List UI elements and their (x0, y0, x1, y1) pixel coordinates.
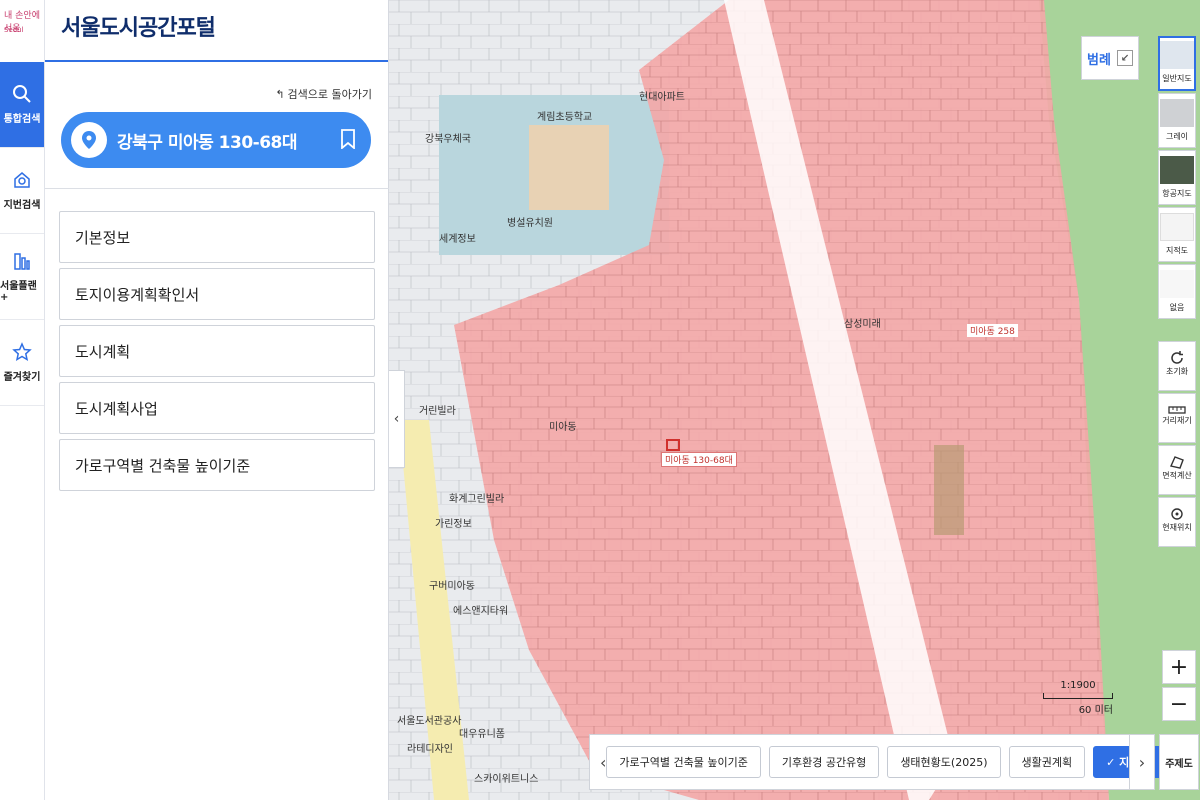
current-location-button[interactable]: 현재위치 (1158, 497, 1196, 547)
menu-item-land-use-plan[interactable]: 토지이용계획확인서 (59, 268, 375, 320)
map-label: 병설유치원 (507, 218, 553, 229)
map-label: 에스앤지타워 (453, 606, 509, 617)
nav-item-seoul-plan[interactable]: 서울플랜+ (0, 234, 44, 320)
menu-item-urban-plan-project[interactable]: 도시계획사업 (59, 382, 375, 434)
bookmark-icon[interactable] (341, 129, 355, 153)
map-label: 서울도서관공사 (397, 716, 462, 727)
basemap-general[interactable]: 일반지도 (1158, 36, 1196, 91)
menu-item-basic-info[interactable]: 기본정보 (59, 211, 375, 263)
refresh-icon (1171, 351, 1183, 364)
basemap-cadastral[interactable]: 지적도 (1158, 207, 1196, 262)
back-to-search-label: 검색으로 돌아가기 (287, 88, 372, 101)
tool-label: 초기화 (1165, 367, 1189, 376)
basemap-gray[interactable]: 그레이 (1158, 93, 1196, 148)
aerial-map-thumb-icon (1160, 156, 1194, 184)
zoom-in-button[interactable]: + (1162, 650, 1196, 684)
scale-ratio: 1:1900 (1060, 680, 1096, 691)
legend-label: 범례 (1087, 52, 1111, 68)
map-label: 미아동 (549, 422, 577, 433)
basemap-none[interactable]: 없음 (1158, 264, 1196, 319)
house-search-icon (14, 172, 30, 188)
area-icon (1170, 456, 1184, 469)
expand-icon: ↙ (1116, 50, 1133, 66)
logo[interactable]: 내 손안에 서울 Seoul (0, 0, 44, 62)
gray-map-thumb-icon (1160, 99, 1194, 127)
tool-label: 그레이 (1165, 132, 1189, 141)
theme-map-button[interactable]: 주제도 (1159, 734, 1199, 790)
scale-bar: 1:1900 60 미터 (1043, 680, 1113, 716)
map-label: 거린빌라 (419, 406, 456, 417)
building-icon (14, 252, 30, 270)
tool-label: 항공지도 (1162, 189, 1192, 198)
side-panel: 서울도시공간포털 ↰ 검색으로 돌아가기 강북구 미아동 130-68대 기본정… (45, 0, 389, 800)
tool-label: 없음 (1169, 303, 1185, 312)
map-label: 스카이위트니스 (474, 774, 539, 785)
measure-area-button[interactable]: 면적계산 (1158, 445, 1196, 495)
map-tools: 일반지도 그레이 항공지도 지적도 없음 초기화 거리재기 면적계산 현재위치 (1158, 36, 1198, 549)
logo-sub: Seoul (4, 26, 24, 34)
map-label: 가린정보 (435, 519, 472, 530)
general-map-thumb-icon (1160, 41, 1194, 69)
left-nav: 내 손안에 서울 Seoul 통합검색 지번검색 서울플랜+ 즐겨찾기 (0, 0, 45, 800)
divider (45, 188, 389, 189)
legend-button[interactable]: 범례 ↙ (1081, 36, 1139, 80)
chip-living-zone-plan[interactable]: 생활권계획 (1008, 746, 1086, 778)
nav-item-lot-search[interactable]: 지번검색 (0, 148, 44, 234)
nav-item-label: 지번검색 (3, 200, 41, 211)
ruler-icon (1168, 406, 1186, 414)
map-view[interactable]: 계림초등학교 현대아파트 병설유치원 강북우체국 가린정보 구버미아동 에스앤지… (389, 0, 1200, 800)
map-label: 강북우체국 (425, 134, 471, 145)
map-label: 라테디자인 (407, 744, 453, 755)
tool-label: 거리재기 (1162, 416, 1192, 425)
search-icon (13, 85, 31, 103)
menu-item-height-standard[interactable]: 가로구역별 건축물 높이기준 (59, 439, 375, 491)
app: 내 손안에 서울 Seoul 통합검색 지번검색 서울플랜+ 즐겨찾기 서울도시… (0, 0, 1200, 800)
address-text: 강북구 미아동 130-68대 (117, 132, 298, 153)
nav-item-label: 즐겨찾기 (3, 372, 41, 383)
back-to-search-link[interactable]: ↰ 검색으로 돌아가기 (275, 86, 372, 102)
map-label: 화계그린빌라 (449, 494, 505, 505)
chip-climate-type[interactable]: 기후환경 공간유형 (768, 746, 880, 778)
chip-height-standard[interactable]: 가로구역별 건축물 높이기준 (606, 746, 761, 778)
nav-item-search[interactable]: 통합검색 (0, 62, 44, 148)
star-icon (12, 342, 32, 362)
reset-button[interactable]: 초기화 (1158, 341, 1196, 391)
nav-item-label: 통합검색 (3, 114, 41, 125)
map-label: 계림초등학교 (537, 112, 593, 123)
map-label: 현대아파트 (639, 92, 685, 103)
zoom-out-button[interactable]: − (1162, 687, 1196, 721)
map-label: 삼성미래 (844, 319, 881, 330)
measure-distance-button[interactable]: 거리재기 (1158, 393, 1196, 443)
panel-collapse-button[interactable]: ‹ (389, 370, 405, 468)
tool-label: 현재위치 (1162, 523, 1192, 532)
nav-item-favorites[interactable]: 즐겨찾기 (0, 320, 44, 406)
panel-title: 서울도시공간포털 (45, 0, 388, 62)
back-arrow-icon: ↰ (275, 87, 285, 101)
map-label: 구버미아동 (429, 581, 475, 592)
chip-ecology-map[interactable]: 생태현황도(2025) (887, 746, 1001, 778)
map-label: 세계정보 (439, 234, 476, 245)
tabs-next-button[interactable]: › (1129, 734, 1155, 790)
nav-item-label: 서울플랜+ (0, 280, 37, 303)
tool-label: 일반지도 (1162, 74, 1192, 83)
tool-label: 지적도 (1165, 246, 1189, 255)
target-parcel-label: 미아동 130-68대 (661, 452, 737, 467)
address-card: 강북구 미아동 130-68대 (61, 112, 371, 168)
location-pin-icon (71, 122, 107, 158)
zoom-controls: + − (1162, 650, 1196, 724)
none-map-thumb-icon (1160, 270, 1194, 298)
theme-layer-tabs: ‹ 가로구역별 건축물 높이기준 기후환경 공간유형 생태현황도(2025) 생… (589, 734, 1163, 790)
location-icon (1171, 508, 1183, 520)
scale-distance: 60 미터 (1078, 705, 1113, 716)
dong-label: 미아동 258 (967, 324, 1018, 337)
cadastral-map-thumb-icon (1160, 213, 1194, 241)
menu-item-urban-plan[interactable]: 도시계획 (59, 325, 375, 377)
tool-label: 면적계산 (1162, 471, 1192, 480)
info-menu: 기본정보 토지이용계획확인서 도시계획 도시계획사업 가로구역별 건축물 높이기… (59, 211, 375, 496)
basemap-aerial[interactable]: 항공지도 (1158, 150, 1196, 205)
map-label: 대우유니폼 (459, 729, 505, 740)
